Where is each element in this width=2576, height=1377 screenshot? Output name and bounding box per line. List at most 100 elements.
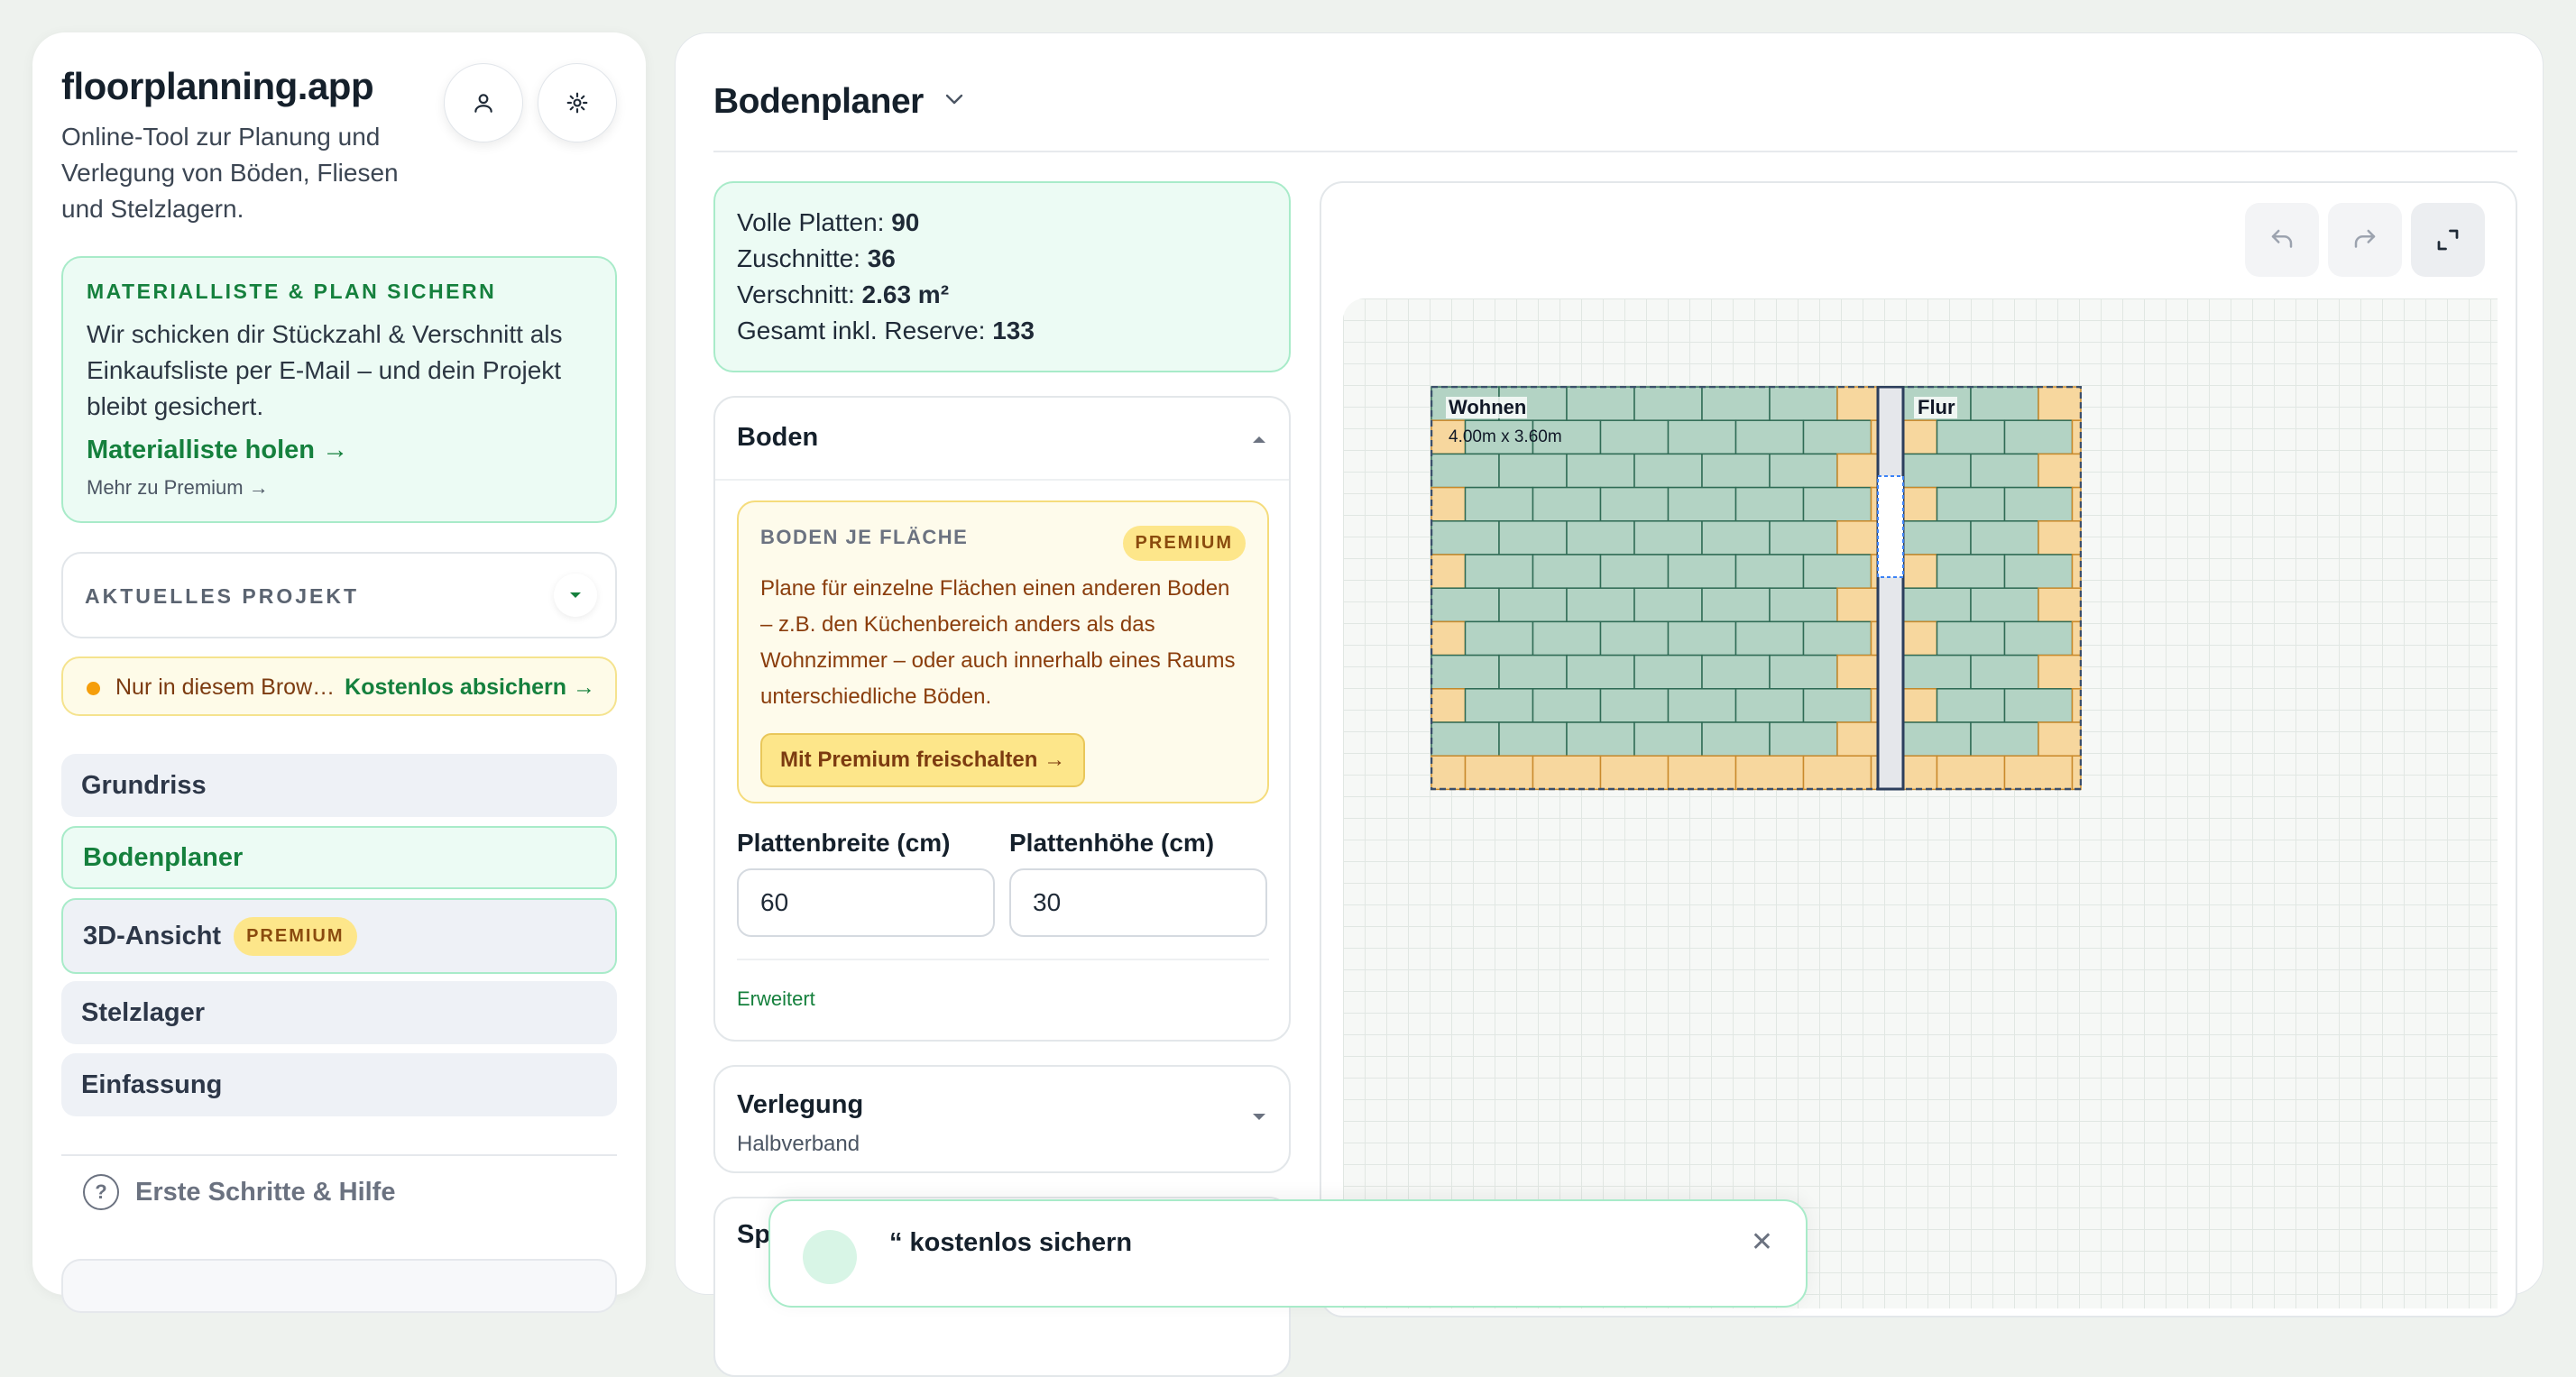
cut-tile: [1431, 486, 1467, 522]
full-tile: [1802, 486, 1872, 522]
app-subtitle: Online-Tool zur Planung und Verlegung vo…: [61, 123, 399, 223]
full-tile: [1599, 486, 1670, 522]
header-divider: [713, 151, 2517, 152]
tile-height-input[interactable]: 30: [1009, 868, 1267, 937]
full-tile: [1431, 654, 1500, 690]
cut-tile: [2071, 755, 2082, 791]
full-tile: [1734, 419, 1805, 455]
section-divider: [715, 479, 1289, 481]
close-icon[interactable]: ✕: [1751, 1226, 1773, 1258]
full-tile: [1701, 587, 1771, 623]
help-icon: ?: [83, 1174, 119, 1210]
nav-item-einfassung[interactable]: Einfassung: [61, 1053, 617, 1116]
save-materials-promo: MATERIALLISTE & PLAN SICHERN Wir schicke…: [61, 256, 617, 523]
nav-item-stelzlager[interactable]: Stelzlager: [61, 981, 617, 1044]
nav-item-grundriss[interactable]: Grundriss: [61, 754, 617, 817]
full-tile: [1498, 721, 1568, 757]
verlegung-title: Verlegung: [737, 1090, 864, 1119]
get-materials-link[interactable]: Materialliste holen →: [87, 436, 592, 465]
help-link[interactable]: ? Erste Schritte & Hilfe: [83, 1174, 395, 1210]
cut-tile: [2038, 386, 2082, 421]
advanced-settings-link[interactable]: Erweitert: [737, 987, 815, 1011]
full-tile: [1633, 721, 1703, 757]
cut-tile: [1836, 654, 1879, 690]
wall-segment[interactable]: [1876, 386, 1905, 791]
cut-tile: [1902, 486, 1938, 522]
cut-tile: [1902, 419, 1938, 455]
fullscreen-button[interactable]: [2411, 203, 2485, 277]
full-tile: [1701, 520, 1771, 555]
fullscreen-icon: [2437, 229, 2459, 251]
tile-layer: [1431, 386, 2082, 791]
full-tile: [1769, 654, 1838, 690]
full-tile: [1936, 554, 2006, 589]
user-icon: [474, 94, 492, 113]
tile-width-input[interactable]: 60: [737, 868, 995, 937]
full-tile: [1769, 453, 1838, 489]
unlock-premium-button[interactable]: Mit Premium freischalten →: [760, 733, 1086, 787]
full-tile: [1769, 721, 1838, 757]
full-tile: [2003, 419, 2074, 455]
cut-tile: [1836, 587, 1879, 623]
current-project-selector[interactable]: AKTUELLES PROJEKT: [61, 552, 617, 638]
storage-warning-text: Nur in diesem Brow…: [115, 675, 336, 700]
page-title[interactable]: Bodenplaner: [713, 82, 924, 122]
full-tile: [1566, 721, 1635, 757]
full-tile: [1936, 688, 2006, 723]
gear-icon: [566, 92, 588, 114]
chevron-down-icon[interactable]: [944, 93, 964, 106]
nav-item-label: Einfassung: [81, 1069, 223, 1099]
redo-button[interactable]: [2328, 203, 2402, 277]
account-button[interactable]: [444, 63, 523, 142]
help-label: Erste Schritte & Hilfe: [135, 1177, 396, 1207]
boden-section: Boden BODEN JE FLÄCHE PREMIUM Plane für …: [713, 396, 1291, 1042]
cut-tile: [1902, 688, 1938, 723]
save-free-link[interactable]: Kostenlos absichern →: [345, 675, 595, 701]
full-tile: [1532, 554, 1602, 589]
more-premium-link[interactable]: Mehr zu Premium →: [87, 476, 592, 500]
settings-button[interactable]: [538, 63, 617, 142]
app-title: floorplanning.app: [61, 65, 374, 107]
caret-down-icon: [570, 592, 581, 598]
full-tile: [1431, 520, 1500, 555]
full-tile: [1667, 419, 1737, 455]
promo-text: Wir schicken dir Stückzahl & Verschnitt …: [87, 320, 563, 420]
boden-section-title[interactable]: Boden: [737, 423, 818, 453]
nav-item-3d-ansicht[interactable]: 3D-Ansicht PREMIUM: [61, 898, 617, 974]
warning-dot: [87, 682, 100, 695]
full-tile: [1701, 453, 1771, 489]
caret-up-icon[interactable]: [1251, 434, 1267, 445]
cut-tile: [2038, 721, 2082, 757]
cut-tile: [2071, 486, 2082, 522]
full-tile: [1464, 486, 1534, 522]
cut-tile: [1802, 755, 1872, 791]
project-dropdown-toggle[interactable]: [554, 574, 597, 617]
room-name-flur[interactable]: Flur: [1918, 396, 1955, 418]
cut-tile: [1836, 520, 1879, 555]
premium-badge: PREMIUM: [234, 916, 357, 956]
current-project-label: AKTUELLES PROJEKT: [85, 584, 360, 608]
premium-badge: PREMIUM: [1122, 526, 1246, 561]
full-tile: [1633, 587, 1703, 623]
stat-waste: Verschnitt: 2.63 m²: [737, 280, 950, 308]
full-tile: [1633, 453, 1703, 489]
full-tile: [1734, 620, 1805, 656]
full-tile: [1902, 520, 1972, 555]
room-name-wohnen[interactable]: Wohnen: [1449, 396, 1526, 418]
full-tile: [1599, 554, 1670, 589]
floor-plan[interactable]: Wohnen 4.00m x 3.60m Flur: [1431, 386, 2082, 792]
cut-tile: [2038, 654, 2082, 690]
door-opening[interactable]: [1877, 475, 1904, 578]
cut-tile: [1431, 554, 1467, 589]
cut-tile: [1667, 755, 1737, 791]
full-tile: [1599, 419, 1670, 455]
verlegung-section[interactable]: Verlegung Halbverband: [713, 1065, 1291, 1173]
undo-button[interactable]: [2245, 203, 2319, 277]
full-tile: [2003, 486, 2074, 522]
cut-tile: [2071, 419, 2082, 455]
full-tile: [1902, 654, 1972, 690]
full-tile: [1802, 554, 1872, 589]
nav-item-bodenplaner[interactable]: Bodenplaner: [61, 826, 617, 889]
caret-down-icon[interactable]: [1251, 1112, 1267, 1123]
full-tile: [1464, 554, 1534, 589]
